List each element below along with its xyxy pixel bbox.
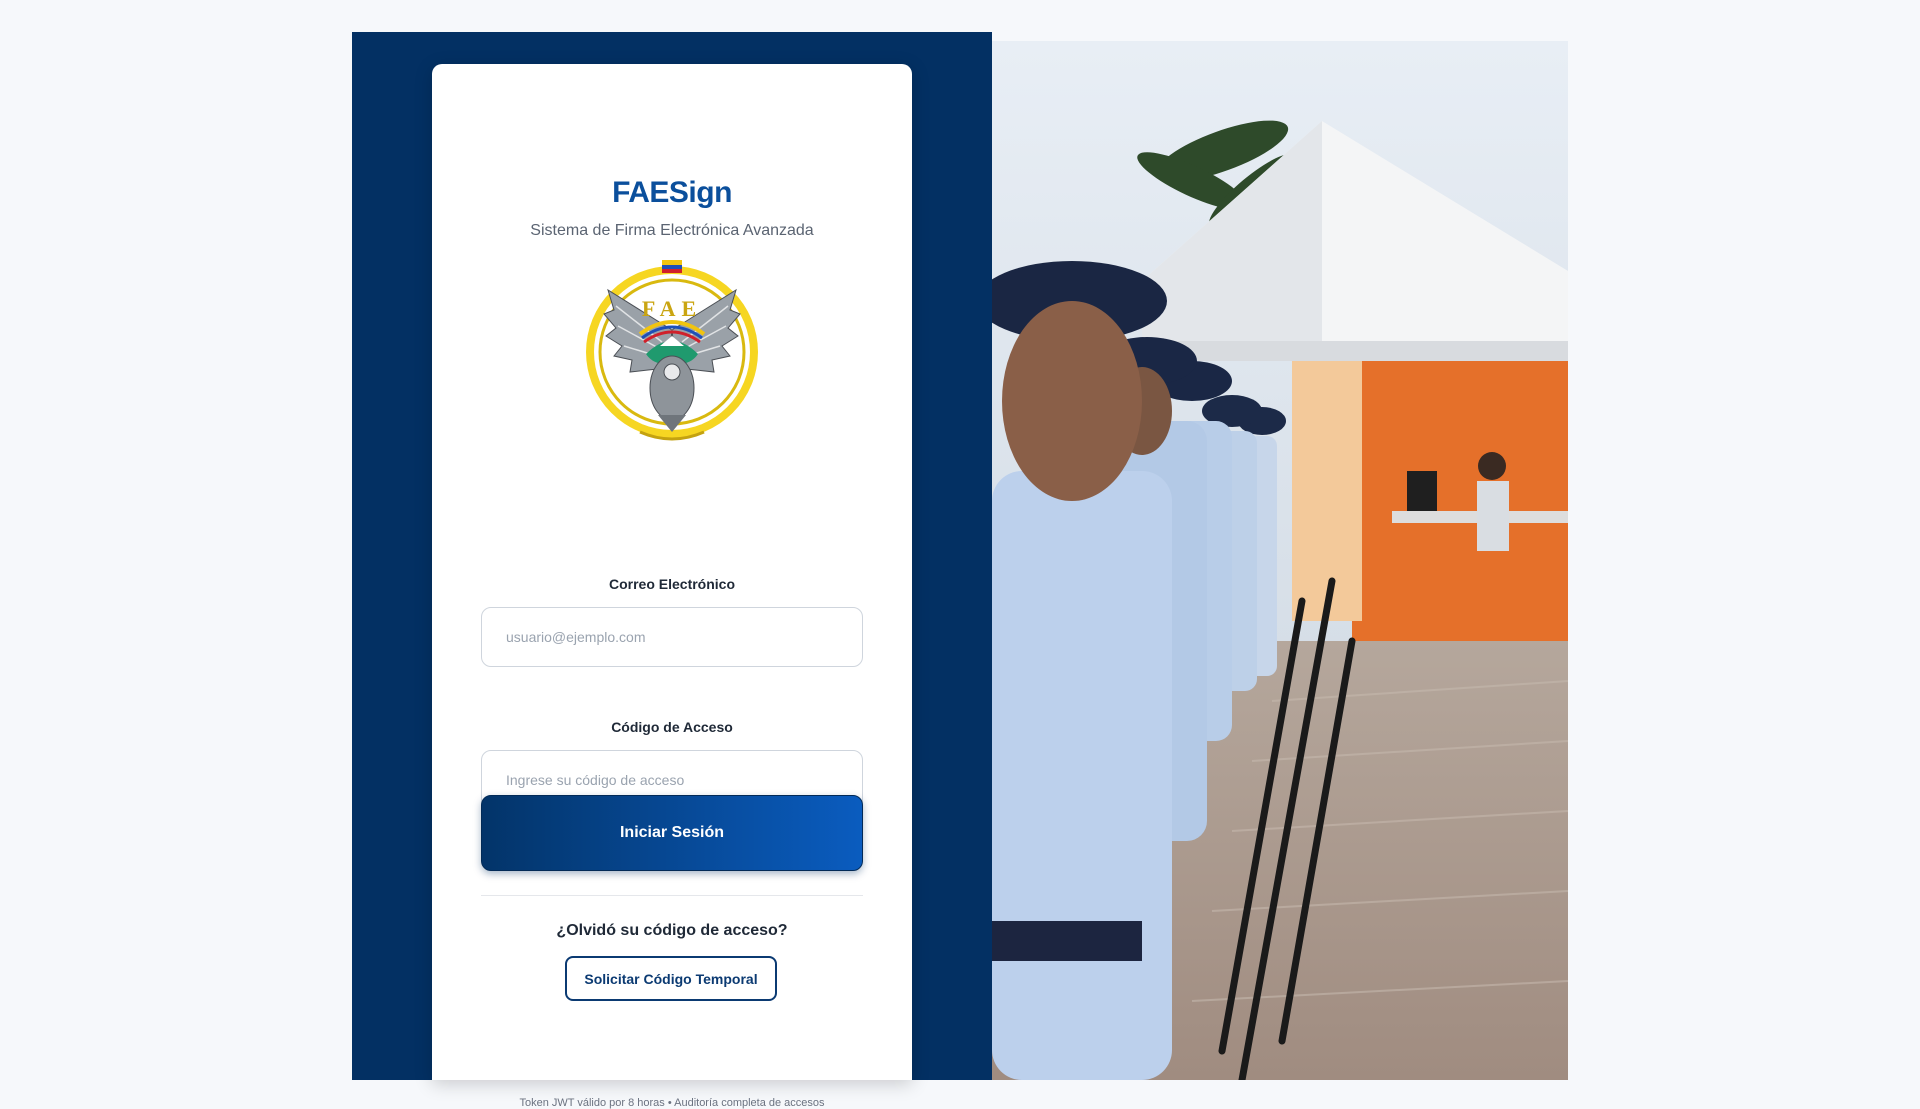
svg-text:FAE: FAE bbox=[642, 296, 702, 321]
email-input[interactable] bbox=[481, 607, 863, 667]
fae-emblem-logo: FAE bbox=[580, 250, 764, 448]
email-label: Correo Electrónico bbox=[608, 576, 736, 592]
hero-photo bbox=[992, 41, 1568, 1080]
app-title: FAESign bbox=[612, 176, 732, 209]
access-code-label: Código de Acceso bbox=[611, 719, 733, 735]
security-footer-note: Token JWT válido por 8 horas • Auditoría… bbox=[519, 1097, 825, 1109]
request-temp-code-button[interactable]: Solicitar Código Temporal bbox=[565, 956, 777, 1001]
forgot-code-text: ¿Olvidó su código de acceso? bbox=[556, 922, 788, 939]
divider bbox=[481, 895, 863, 896]
login-card: FAESign Sistema de Firma Electrónica Ava… bbox=[432, 64, 912, 1109]
login-button[interactable]: Iniciar Sesión bbox=[481, 795, 863, 871]
app-subtitle: Sistema de Firma Electrónica Avanzada bbox=[530, 222, 814, 239]
